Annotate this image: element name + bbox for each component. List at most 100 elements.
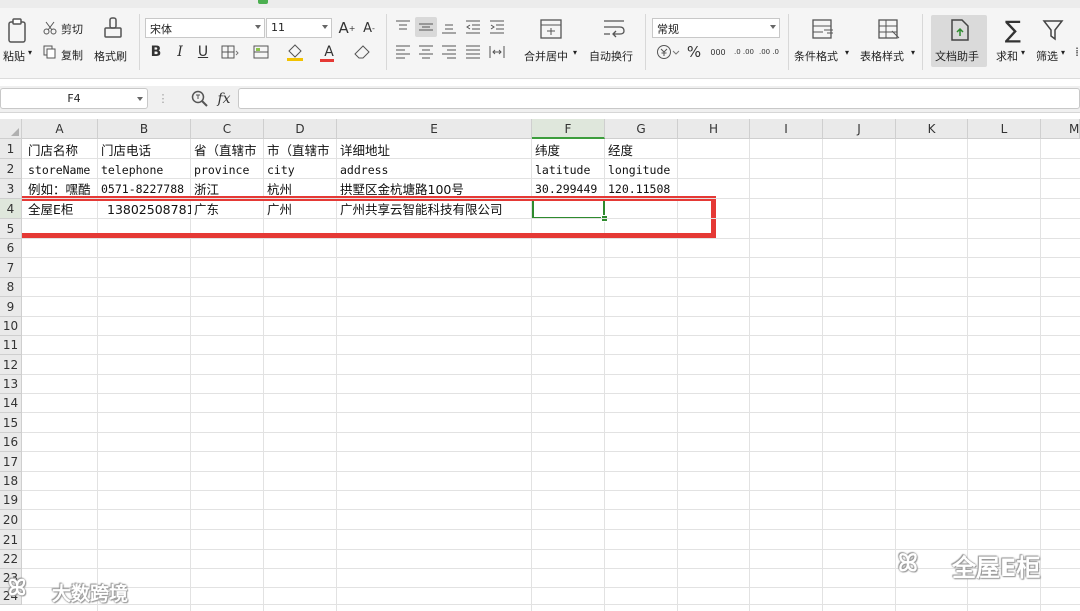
filter-icon[interactable] <box>1040 17 1066 43</box>
row-header-16[interactable]: 16 <box>0 433 22 452</box>
conditional-format-dropdown-arrow[interactable]: ▾ <box>845 48 849 57</box>
align-center-icon[interactable] <box>417 43 435 61</box>
indent-decrease-icon[interactable] <box>464 18 482 36</box>
merge-center-icon[interactable] <box>538 17 564 41</box>
thousands-separator-button[interactable]: 000 <box>707 42 729 62</box>
sum-button[interactable]: 求和 <box>996 48 1018 64</box>
row-header-19[interactable]: 19 <box>0 491 22 510</box>
row-header-3[interactable]: 3 <box>0 179 22 199</box>
paste-button[interactable]: 粘贴 <box>3 48 25 64</box>
align-left-icon[interactable] <box>394 43 412 61</box>
row-header-7[interactable]: 7 <box>0 258 22 278</box>
row-header-20[interactable]: 20 <box>0 510 22 530</box>
justify-icon[interactable] <box>464 43 482 61</box>
filter-button[interactable]: 筛选 <box>1036 48 1058 64</box>
font-size-select[interactable]: 11 <box>266 18 332 38</box>
cell-g3[interactable]: 120.11508 <box>605 180 678 195</box>
column-header-b[interactable]: B <box>98 119 191 139</box>
table-style-dropdown-arrow[interactable]: ▾ <box>911 48 915 57</box>
row-header-22[interactable]: 22 <box>0 550 22 569</box>
row-header-2[interactable]: 2 <box>0 159 22 179</box>
filter-dropdown-arrow[interactable]: ▾ <box>1061 48 1065 57</box>
table-style-icon[interactable] <box>876 17 902 41</box>
underline-button[interactable]: U <box>195 42 211 62</box>
percent-button[interactable]: % <box>685 42 703 62</box>
copy-icon[interactable] <box>42 44 58 60</box>
cell-c3[interactable]: 浙江 <box>191 180 264 195</box>
spreadsheet-grid[interactable]: A B C D E F G H I J K L M 门店名称 门店电话 省（直辖… <box>0 119 1080 611</box>
align-bottom-icon[interactable] <box>440 18 458 36</box>
column-header-j[interactable]: J <box>823 119 896 139</box>
row-header-10[interactable]: 10 <box>0 317 22 336</box>
row-header-6[interactable]: 6 <box>0 239 22 258</box>
column-header-h[interactable]: H <box>678 119 750 139</box>
merge-dropdown-arrow[interactable]: ▾ <box>573 48 577 57</box>
align-middle-icon[interactable] <box>415 17 437 37</box>
column-header-a[interactable]: A <box>22 119 98 139</box>
row-header-14[interactable]: 14 <box>0 394 22 413</box>
column-header-c[interactable]: C <box>191 119 264 139</box>
column-header-d[interactable]: D <box>264 119 337 139</box>
border-icon[interactable] <box>219 43 241 61</box>
sum-dropdown-arrow[interactable]: ▾ <box>1021 48 1025 57</box>
fill-pattern-icon[interactable] <box>252 43 276 61</box>
bold-button[interactable]: B <box>148 42 164 62</box>
name-box[interactable]: F4 <box>0 88 148 109</box>
paste-icon[interactable] <box>4 16 32 46</box>
column-header-f[interactable]: F <box>532 119 605 139</box>
font-name-select[interactable]: 宋体 <box>145 18 265 38</box>
column-header-e[interactable]: E <box>337 119 532 139</box>
cut-button[interactable]: 剪切 <box>61 21 83 37</box>
cell-b3[interactable]: 0571-8227788 <box>98 180 191 195</box>
paste-dropdown-arrow[interactable]: ▾ <box>28 48 32 57</box>
doc-assistant-icon[interactable] <box>947 17 973 43</box>
doc-assistant-button[interactable]: 文档助手 <box>935 48 979 64</box>
column-header-l[interactable]: L <box>968 119 1041 139</box>
formula-input[interactable] <box>238 88 1080 109</box>
cell-a3[interactable]: 例如：嘿酷 <box>25 180 98 195</box>
column-header-g[interactable]: G <box>605 119 678 139</box>
row-header-15[interactable]: 15 <box>0 413 22 433</box>
cell-d3[interactable]: 杭州 <box>264 180 337 195</box>
zoom-icon[interactable] <box>190 89 210 109</box>
number-format-select[interactable]: 常规 <box>652 18 780 38</box>
row-header-21[interactable]: 21 <box>0 530 22 550</box>
decrease-decimal-button[interactable]: .00 .0 <box>758 42 780 62</box>
table-style-button[interactable]: 表格样式 <box>860 48 904 64</box>
font-grow-icon[interactable]: A + <box>338 18 356 38</box>
sum-icon[interactable]: ∑ <box>1000 16 1026 44</box>
align-right-icon[interactable] <box>440 43 458 61</box>
column-header-m[interactable]: M <box>1041 119 1080 139</box>
wrap-text-icon[interactable] <box>601 17 627 41</box>
row-header-4[interactable]: 4 <box>0 199 22 219</box>
row-header-18[interactable]: 18 <box>0 472 22 491</box>
indent-increase-icon[interactable] <box>488 18 506 36</box>
italic-button[interactable]: I <box>172 42 188 62</box>
namebox-splitter[interactable]: ⋮ <box>158 88 169 108</box>
merge-center-button[interactable]: 合并居中 <box>524 48 568 64</box>
wrap-text-button[interactable]: 自动换行 <box>589 48 633 64</box>
format-painter-icon[interactable] <box>100 15 126 43</box>
conditional-format-icon[interactable] <box>810 17 836 41</box>
fill-color-icon[interactable] <box>284 42 310 62</box>
row-header-8[interactable]: 8 <box>0 278 22 297</box>
copy-button[interactable]: 复制 <box>61 47 83 63</box>
column-header-i[interactable]: I <box>750 119 823 139</box>
increase-decimal-button[interactable]: .0 .00 <box>733 42 755 62</box>
font-shrink-icon[interactable]: A- <box>360 18 378 38</box>
clear-format-icon[interactable] <box>350 42 376 62</box>
cell-f3[interactable]: 30.299449 <box>532 180 605 195</box>
currency-icon[interactable] <box>654 43 682 61</box>
ribbon-overflow-icon[interactable]: ⁞ <box>1073 40 1080 64</box>
distributed-align-icon[interactable] <box>488 43 506 61</box>
conditional-format-button[interactable]: 条件格式 <box>794 48 838 64</box>
row-header-9[interactable]: 9 <box>0 297 22 317</box>
select-all-corner[interactable] <box>0 119 22 139</box>
format-painter-button[interactable]: 格式刷 <box>94 48 127 64</box>
row-header-11[interactable]: 11 <box>0 336 22 355</box>
align-top-icon[interactable] <box>394 18 412 36</box>
row-header-17[interactable]: 17 <box>0 452 22 472</box>
fx-icon[interactable]: fx <box>214 89 234 109</box>
font-color-icon[interactable]: A <box>316 42 342 62</box>
row-header-1[interactable]: 1 <box>0 139 22 159</box>
